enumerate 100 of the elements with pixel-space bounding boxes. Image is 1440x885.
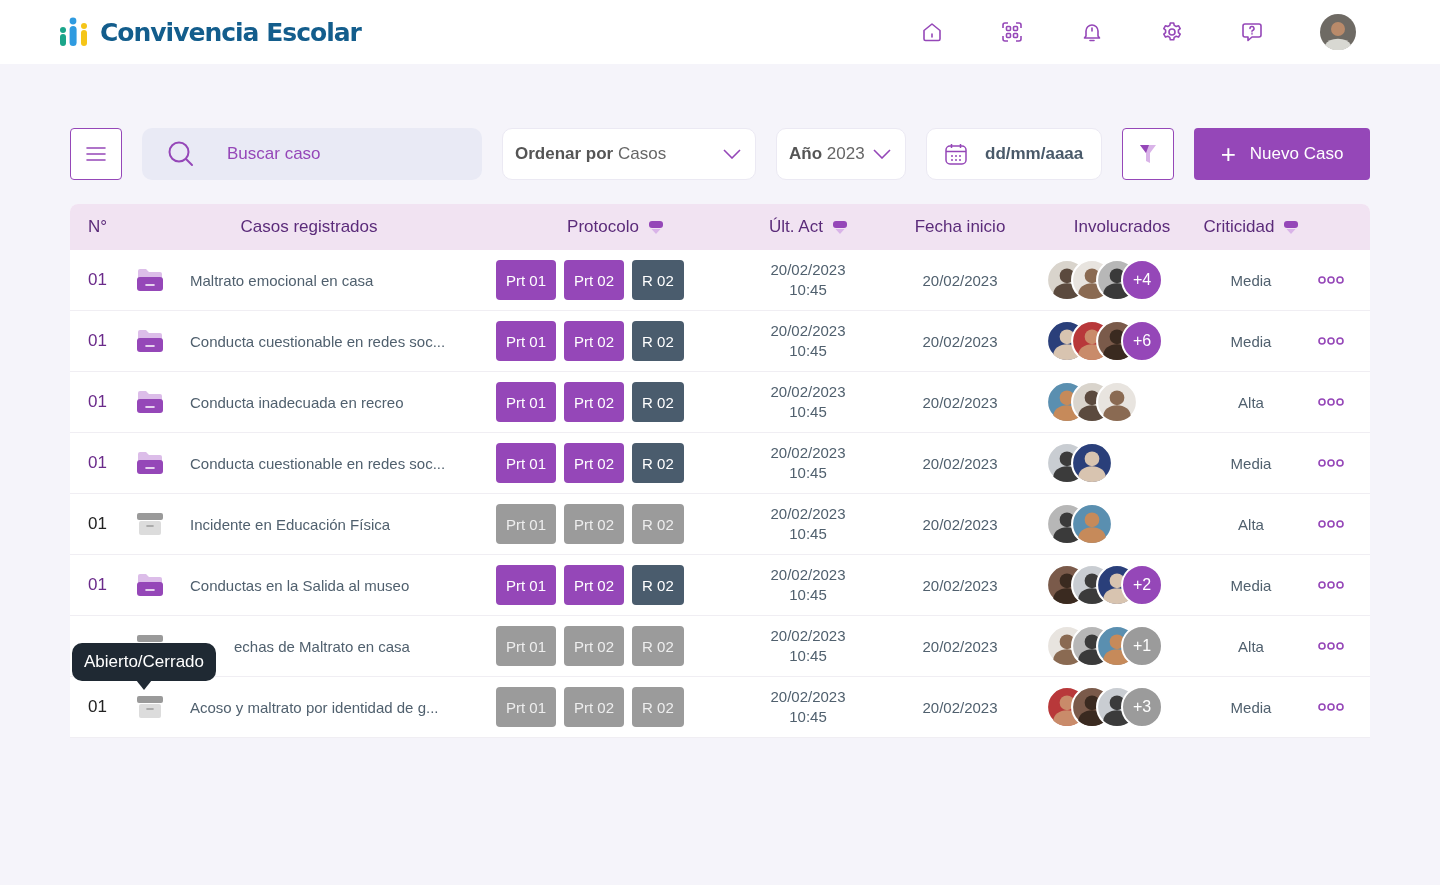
chevron-down-icon xyxy=(723,149,741,159)
protocol-tag[interactable]: Prt 01 xyxy=(496,565,557,605)
more-icon[interactable] xyxy=(1318,642,1344,650)
case-title: Incidente en Educación Física xyxy=(190,515,391,533)
protocol-tag[interactable]: R 02 xyxy=(632,260,684,300)
start-date: 20/02/2023 xyxy=(922,576,998,594)
protocol-tag[interactable]: Prt 01 xyxy=(496,260,557,300)
date-field[interactable]: dd/mm/aaaa xyxy=(926,128,1102,180)
start-date: 20/02/2023 xyxy=(922,271,998,289)
app-title: Convivencia Escolar xyxy=(100,17,361,47)
criticality: Media xyxy=(1230,454,1272,472)
column-header: Fecha inicio xyxy=(914,217,1006,237)
logo-icon xyxy=(59,17,89,47)
last-update: 20/02/2023 10:45 xyxy=(770,687,846,727)
filter-button[interactable] xyxy=(1122,128,1174,180)
start-date: 20/02/2023 xyxy=(922,515,998,533)
protocol-tag[interactable]: Prt 02 xyxy=(564,565,625,605)
protocol-tag[interactable]: Prt 01 xyxy=(496,321,557,361)
more-count-badge[interactable]: +2 xyxy=(1121,564,1163,606)
settings-icon[interactable] xyxy=(1160,20,1184,44)
criticality: Alta xyxy=(1238,637,1264,655)
case-number: 01 xyxy=(88,270,107,290)
tooltip: Abierto/Cerrado xyxy=(72,643,216,681)
case-title: Conductas en la Salida al museo xyxy=(190,576,410,594)
sort-icon[interactable] xyxy=(1284,220,1299,234)
sort-icon[interactable] xyxy=(832,220,847,234)
more-count-badge[interactable]: +3 xyxy=(1121,686,1163,728)
case-number: 01 xyxy=(88,392,107,412)
protocol-tag[interactable]: Prt 02 xyxy=(564,321,625,361)
sort-icon[interactable] xyxy=(648,220,663,234)
avatar xyxy=(1071,503,1113,545)
tooltip-pointer xyxy=(136,680,152,690)
last-update: 20/02/2023 10:45 xyxy=(770,626,846,666)
criticality: Alta xyxy=(1238,515,1264,533)
more-icon[interactable] xyxy=(1318,581,1344,589)
case-number: 01 xyxy=(88,331,107,351)
protocol-tag[interactable]: Prt 02 xyxy=(564,382,625,422)
last-update: 20/02/2023 10:45 xyxy=(770,321,846,361)
menu-button[interactable] xyxy=(70,128,122,180)
protocol-tag[interactable]: R 02 xyxy=(632,321,684,361)
protocol-tag[interactable]: Prt 01 xyxy=(496,443,557,483)
more-icon[interactable] xyxy=(1318,703,1344,711)
column-header: Criticidad xyxy=(1203,217,1275,237)
case-title: echas de Maltrato en casa xyxy=(234,637,410,655)
column-header: Últ. Act xyxy=(769,217,823,237)
year-dropdown[interactable]: Año 2023 xyxy=(776,128,906,180)
last-update: 20/02/2023 10:45 xyxy=(770,260,846,300)
more-icon[interactable] xyxy=(1318,520,1344,528)
protocol-tag[interactable]: R 02 xyxy=(632,565,684,605)
new-case-button[interactable]: + Nuevo Caso xyxy=(1194,128,1370,180)
criticality: Media xyxy=(1230,271,1272,289)
case-title: Conducta inadecuada en recreo xyxy=(190,393,404,411)
last-update: 20/02/2023 10:45 xyxy=(770,565,846,605)
criticality: Media xyxy=(1230,332,1272,350)
case-title: Conducta cuestionable en redes soc... xyxy=(190,332,446,350)
case-title: Acoso y maltrato por identidad de g... xyxy=(190,698,439,716)
column-header: Protocolo xyxy=(567,217,639,237)
case-number: 01 xyxy=(88,575,107,595)
avatar xyxy=(1071,442,1113,484)
start-date: 20/02/2023 xyxy=(922,393,998,411)
start-date: 20/02/2023 xyxy=(922,332,998,350)
calendar-icon xyxy=(944,142,968,166)
criticality: Alta xyxy=(1238,393,1264,411)
protocol-tag[interactable]: R 02 xyxy=(632,382,684,422)
more-icon[interactable] xyxy=(1318,398,1344,406)
more-count-badge[interactable]: +4 xyxy=(1121,259,1163,301)
help-icon[interactable] xyxy=(1240,20,1264,44)
protocol-tag[interactable]: Prt 02 xyxy=(564,260,625,300)
case-title: Conducta cuestionable en redes soc... xyxy=(190,454,446,472)
user-avatar[interactable] xyxy=(1320,14,1356,50)
protocol-tag[interactable]: Prt 02 xyxy=(564,443,625,483)
more-count-badge[interactable]: +6 xyxy=(1121,320,1163,362)
column-header: Casos registrados xyxy=(240,217,378,237)
home-icon[interactable] xyxy=(920,20,944,44)
menu-icon xyxy=(86,147,106,161)
scan-icon[interactable] xyxy=(1000,20,1024,44)
case-title: Maltrato emocional en casa xyxy=(190,271,374,289)
avatar xyxy=(1096,381,1138,423)
more-icon[interactable] xyxy=(1318,459,1344,467)
more-icon[interactable] xyxy=(1318,276,1344,284)
last-update: 20/02/2023 10:45 xyxy=(770,382,846,422)
case-number: 01 xyxy=(88,514,107,534)
sort-dropdown[interactable]: Ordenar por Casos xyxy=(502,128,756,180)
more-icon[interactable] xyxy=(1318,337,1344,345)
column-header: Involucrados xyxy=(1073,217,1171,237)
criticality: Media xyxy=(1230,576,1272,594)
search-field[interactable]: Buscar caso xyxy=(142,128,482,180)
criticality: Media xyxy=(1230,698,1272,716)
start-date: 20/02/2023 xyxy=(922,698,998,716)
start-date: 20/02/2023 xyxy=(922,454,998,472)
case-number: 01 xyxy=(88,697,107,717)
chevron-down-icon xyxy=(873,149,891,159)
last-update: 20/02/2023 10:45 xyxy=(770,443,846,483)
filter-icon xyxy=(1138,142,1158,166)
column-header: N° xyxy=(88,217,108,237)
protocol-tag[interactable]: R 02 xyxy=(632,443,684,483)
search-icon xyxy=(167,140,195,168)
protocol-tag[interactable]: Prt 01 xyxy=(496,382,557,422)
start-date: 20/02/2023 xyxy=(922,637,998,655)
more-count-badge[interactable]: +1 xyxy=(1121,625,1163,667)
